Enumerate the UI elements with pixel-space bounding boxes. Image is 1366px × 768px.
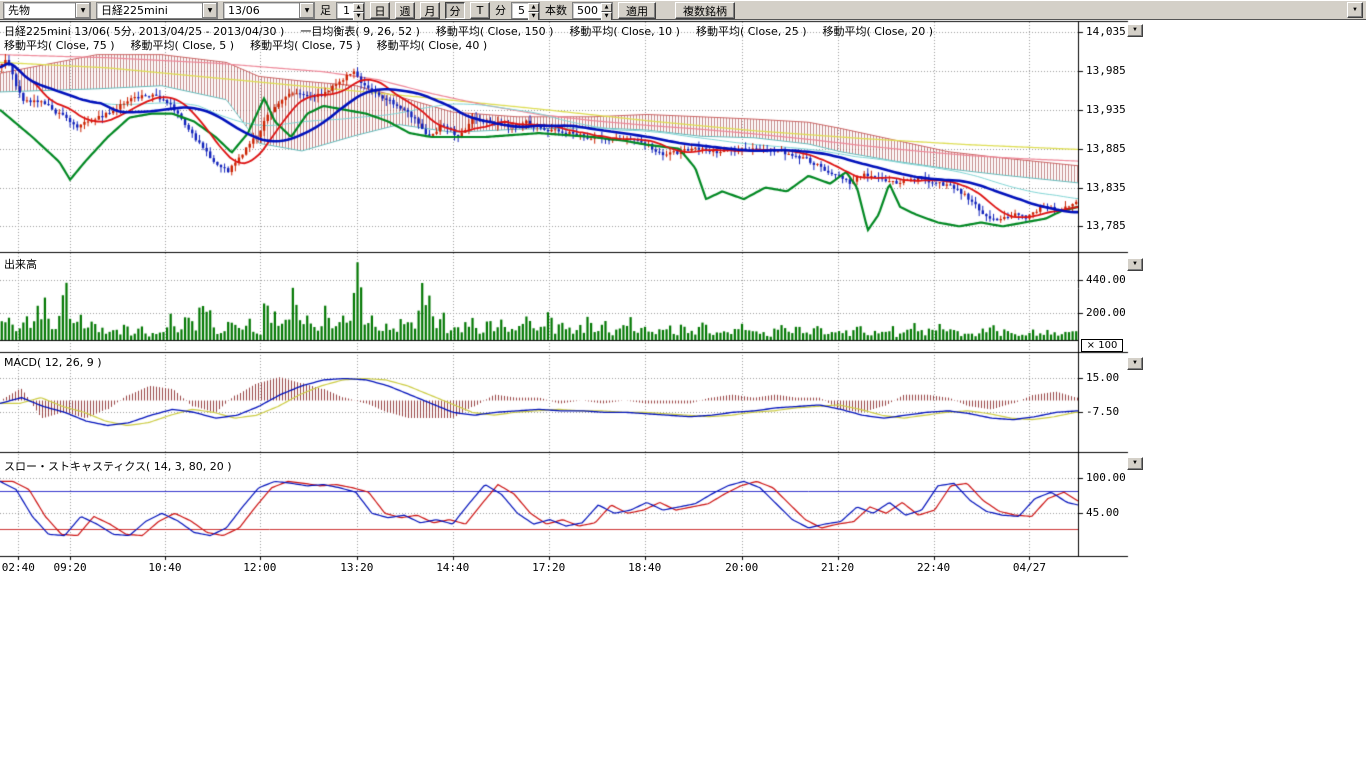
instrument-category-value: 先物 <box>4 3 75 18</box>
toolbar-scroll-button[interactable]: ▼ <box>1347 2 1363 18</box>
chevron-down-icon[interactable]: ▼ <box>75 3 90 18</box>
time-axis-label: 17:20 <box>527 561 571 574</box>
spinner-arrows-icon[interactable]: ▲▼ <box>353 3 364 18</box>
chevron-down-icon: ▼ <box>1352 7 1358 13</box>
bar-count-label: 本数 <box>545 2 567 18</box>
time-axis-label: 12:00 <box>238 561 282 574</box>
period-monthly-button[interactable]: 月 <box>420 2 440 19</box>
time-axis-label: 21:20 <box>816 561 860 574</box>
period-daily-button[interactable]: 日 <box>370 2 390 19</box>
symbol-value: 日経225mini <box>97 3 202 18</box>
contract-month-value: 13/06 <box>224 3 299 18</box>
indicator-label: 移動平均( Close, 25 ) <box>696 25 807 38</box>
indicator-label: 移動平均( Close, 20 ) <box>823 25 934 38</box>
multi-symbol-button[interactable]: 複数銘柄 <box>675 2 735 19</box>
chart-area: 日経225mini 13/06( 5分, 2013/04/25 - 2013/0… <box>0 20 1366 630</box>
volume-panel-menu-button[interactable]: ▼ <box>1127 258 1143 271</box>
main-panel-title-line2: 移動平均( Close, 75 ) 移動平均( Close, 5 ) 移動平均( C… <box>4 37 503 53</box>
time-axis-label: 10:40 <box>143 561 187 574</box>
chevron-down-icon[interactable]: ▼ <box>202 3 217 18</box>
minute-label: 分 <box>495 2 506 18</box>
bar-count-spinner[interactable]: 500 ▲▼ <box>572 2 613 19</box>
bar-type-label: 足 <box>320 2 331 18</box>
toolbar: 先物 ▼ 日経225mini ▼ 13/06 ▼ 足 1 ▲▼ 日 週 月 分 … <box>0 0 1366 20</box>
stochastics-panel-menu-button[interactable]: ▼ <box>1127 457 1143 470</box>
time-axis-label: 22:40 <box>912 561 956 574</box>
indicator-label: 移動平均( Close, 10 ) <box>569 25 680 38</box>
stochastics-panel-label: スロー・ストキャスティクス( 14, 3, 80, 20 ) <box>4 458 232 474</box>
period-weekly-button[interactable]: 週 <box>395 2 415 19</box>
minute-spinner[interactable]: 5 ▲▼ <box>511 2 540 19</box>
price-axis-label: 13,885 <box>1086 142 1126 155</box>
spinner-arrows-icon[interactable]: ▲▼ <box>528 3 539 18</box>
price-axis-label: 13,985 <box>1086 64 1126 77</box>
volume-panel-label: 出来高 <box>4 256 37 272</box>
indicator-label: 移動平均( Close, 75 ) <box>4 39 115 52</box>
macd-axis-label: -7.50 <box>1086 405 1119 418</box>
chevron-down-icon: ▼ <box>1132 460 1138 466</box>
time-axis-label: 02:40 <box>0 561 40 574</box>
time-axis-label: 04/27 <box>1007 561 1051 574</box>
chevron-down-icon: ▼ <box>1132 261 1138 267</box>
period-minute-button[interactable]: 分 <box>445 2 465 19</box>
main-panel-menu-button[interactable]: ▼ <box>1127 24 1143 37</box>
indicator-label: 移動平均( Close, 75 ) <box>250 39 361 52</box>
chevron-down-icon: ▼ <box>1132 27 1138 33</box>
price-axis-label: 13,835 <box>1086 181 1126 194</box>
instrument-category-select[interactable]: 先物 ▼ <box>3 2 91 19</box>
apply-button[interactable]: 適用 <box>618 2 656 19</box>
contract-month-select[interactable]: 13/06 ▼ <box>223 2 315 19</box>
stochastics-axis-label: 45.00 <box>1086 506 1119 519</box>
symbol-select[interactable]: 日経225mini ▼ <box>96 2 218 19</box>
bar-interval-spinner[interactable]: 1 ▲▼ <box>336 2 365 19</box>
time-axis-label: 09:20 <box>48 561 92 574</box>
indicator-label: 移動平均( Close, 40 ) <box>377 39 488 52</box>
price-axis-label: 13,935 <box>1086 103 1126 116</box>
volume-axis-label: 200.00 <box>1086 306 1126 319</box>
chevron-down-icon[interactable]: ▼ <box>299 3 314 18</box>
macd-panel-menu-button[interactable]: ▼ <box>1127 357 1143 370</box>
macd-axis-label: 15.00 <box>1086 371 1119 384</box>
time-axis-label: 20:00 <box>720 561 764 574</box>
volume-multiplier-badge: × 100 <box>1081 339 1123 352</box>
price-axis-label: 14,035 <box>1086 25 1126 38</box>
price-axis-label: 13,785 <box>1086 219 1126 232</box>
bar-interval-value: 1 <box>337 3 353 18</box>
time-axis-label: 13:20 <box>335 561 379 574</box>
spinner-arrows-icon[interactable]: ▲▼ <box>601 3 612 18</box>
minute-value: 5 <box>512 3 528 18</box>
volume-axis-label: 440.00 <box>1086 273 1126 286</box>
time-axis-label: 14:40 <box>431 561 475 574</box>
chevron-down-icon: ▼ <box>1132 360 1138 366</box>
chart-canvas[interactable] <box>0 20 1146 582</box>
time-axis-label: 18:40 <box>623 561 667 574</box>
trading-chart-app: 先物 ▼ 日経225mini ▼ 13/06 ▼ 足 1 ▲▼ 日 週 月 分 … <box>0 0 1366 630</box>
period-tick-button[interactable]: T <box>470 2 490 19</box>
macd-panel-label: MACD( 12, 26, 9 ) <box>4 356 102 369</box>
stochastics-axis-label: 100.00 <box>1086 471 1126 484</box>
bar-count-value: 500 <box>573 3 601 18</box>
indicator-label: 移動平均( Close, 5 ) <box>131 39 235 52</box>
